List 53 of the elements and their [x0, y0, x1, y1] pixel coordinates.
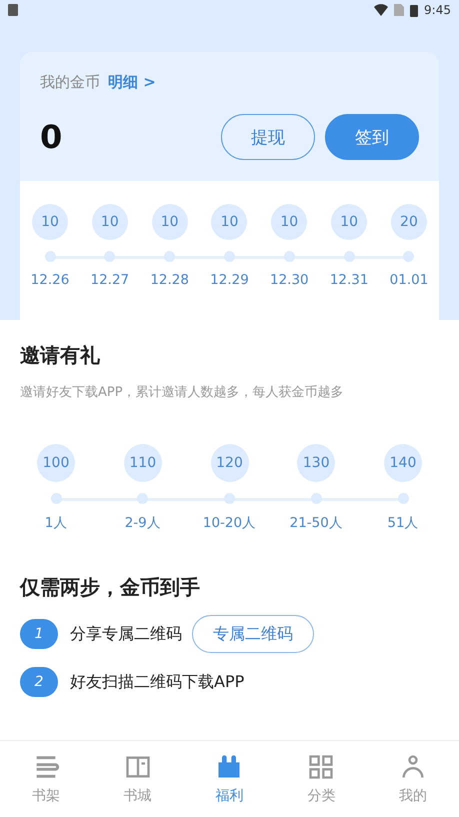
date-label: 12.27	[90, 272, 130, 288]
sign-in-button[interactable]: 签到	[325, 114, 419, 160]
tab[interactable]: 分类	[275, 741, 368, 817]
tab-label: 书架	[32, 787, 60, 805]
reward-bubble: 100	[37, 444, 75, 482]
tab[interactable]: 我的	[367, 741, 459, 817]
date-label: 01.01	[390, 272, 428, 288]
reward-bubble: 10	[32, 204, 68, 240]
reward-bubble: 20	[390, 204, 427, 240]
reward-bubble: 10	[271, 204, 308, 240]
step-number: 1	[20, 619, 58, 649]
step-number: 2	[20, 667, 58, 697]
tab[interactable]: 书架	[0, 741, 92, 817]
tab-label: 我的	[399, 787, 428, 805]
no-sim-icon	[394, 4, 404, 16]
reward-bubble: 120	[210, 444, 248, 482]
coin-label: 我的金币	[40, 73, 100, 91]
tab[interactable]: 书城	[92, 741, 184, 817]
section-title: 仅需两步，金币到手	[20, 574, 201, 601]
notification-icon	[8, 4, 18, 16]
reward-bubble: 110	[124, 444, 162, 482]
status-time: 9:45	[424, 3, 451, 17]
reward-bubble: 10	[211, 204, 248, 240]
coin-amount: 0	[40, 118, 64, 156]
tab[interactable]: 福利	[184, 741, 276, 817]
date-label: 12.29	[210, 272, 249, 288]
date-label: 12.30	[270, 272, 309, 288]
section-subtitle: 邀请好友下载APP，累计邀请人数越多，每人获金币越多	[20, 384, 345, 401]
people-label: 2-9人	[124, 514, 161, 532]
people-label: 51人	[387, 514, 419, 532]
qr-code-button[interactable]: 专属二维码	[192, 615, 314, 653]
reward-bubble: 140	[384, 444, 422, 482]
section-title: 邀请有礼	[20, 342, 101, 369]
reward-bubble: 130	[297, 444, 336, 482]
step-text: 好友扫描二维码下载APP	[70, 672, 244, 692]
withdraw-button[interactable]: 提现	[221, 114, 315, 160]
tab-label: 分类	[307, 787, 336, 805]
reward-bubble: 10	[152, 204, 188, 240]
step-text: 分享专属二维码	[70, 624, 182, 644]
tab-label: 书城	[124, 787, 152, 805]
battery-icon	[410, 4, 418, 16]
tab-label: 福利	[215, 787, 244, 805]
wifi-icon	[374, 4, 388, 16]
people-label: 21-50人	[290, 514, 343, 532]
reward-bubble: 10	[92, 204, 128, 240]
date-label: 12.28	[150, 272, 189, 288]
reward-bubble: 10	[331, 204, 368, 240]
date-label: 12.31	[330, 272, 368, 288]
detail-link[interactable]: 明细 >	[108, 73, 156, 91]
date-label: 12.26	[30, 272, 70, 288]
grid-icon	[307, 753, 336, 781]
people-label: 10-20人	[202, 514, 256, 532]
people-label: 1人	[44, 514, 68, 532]
